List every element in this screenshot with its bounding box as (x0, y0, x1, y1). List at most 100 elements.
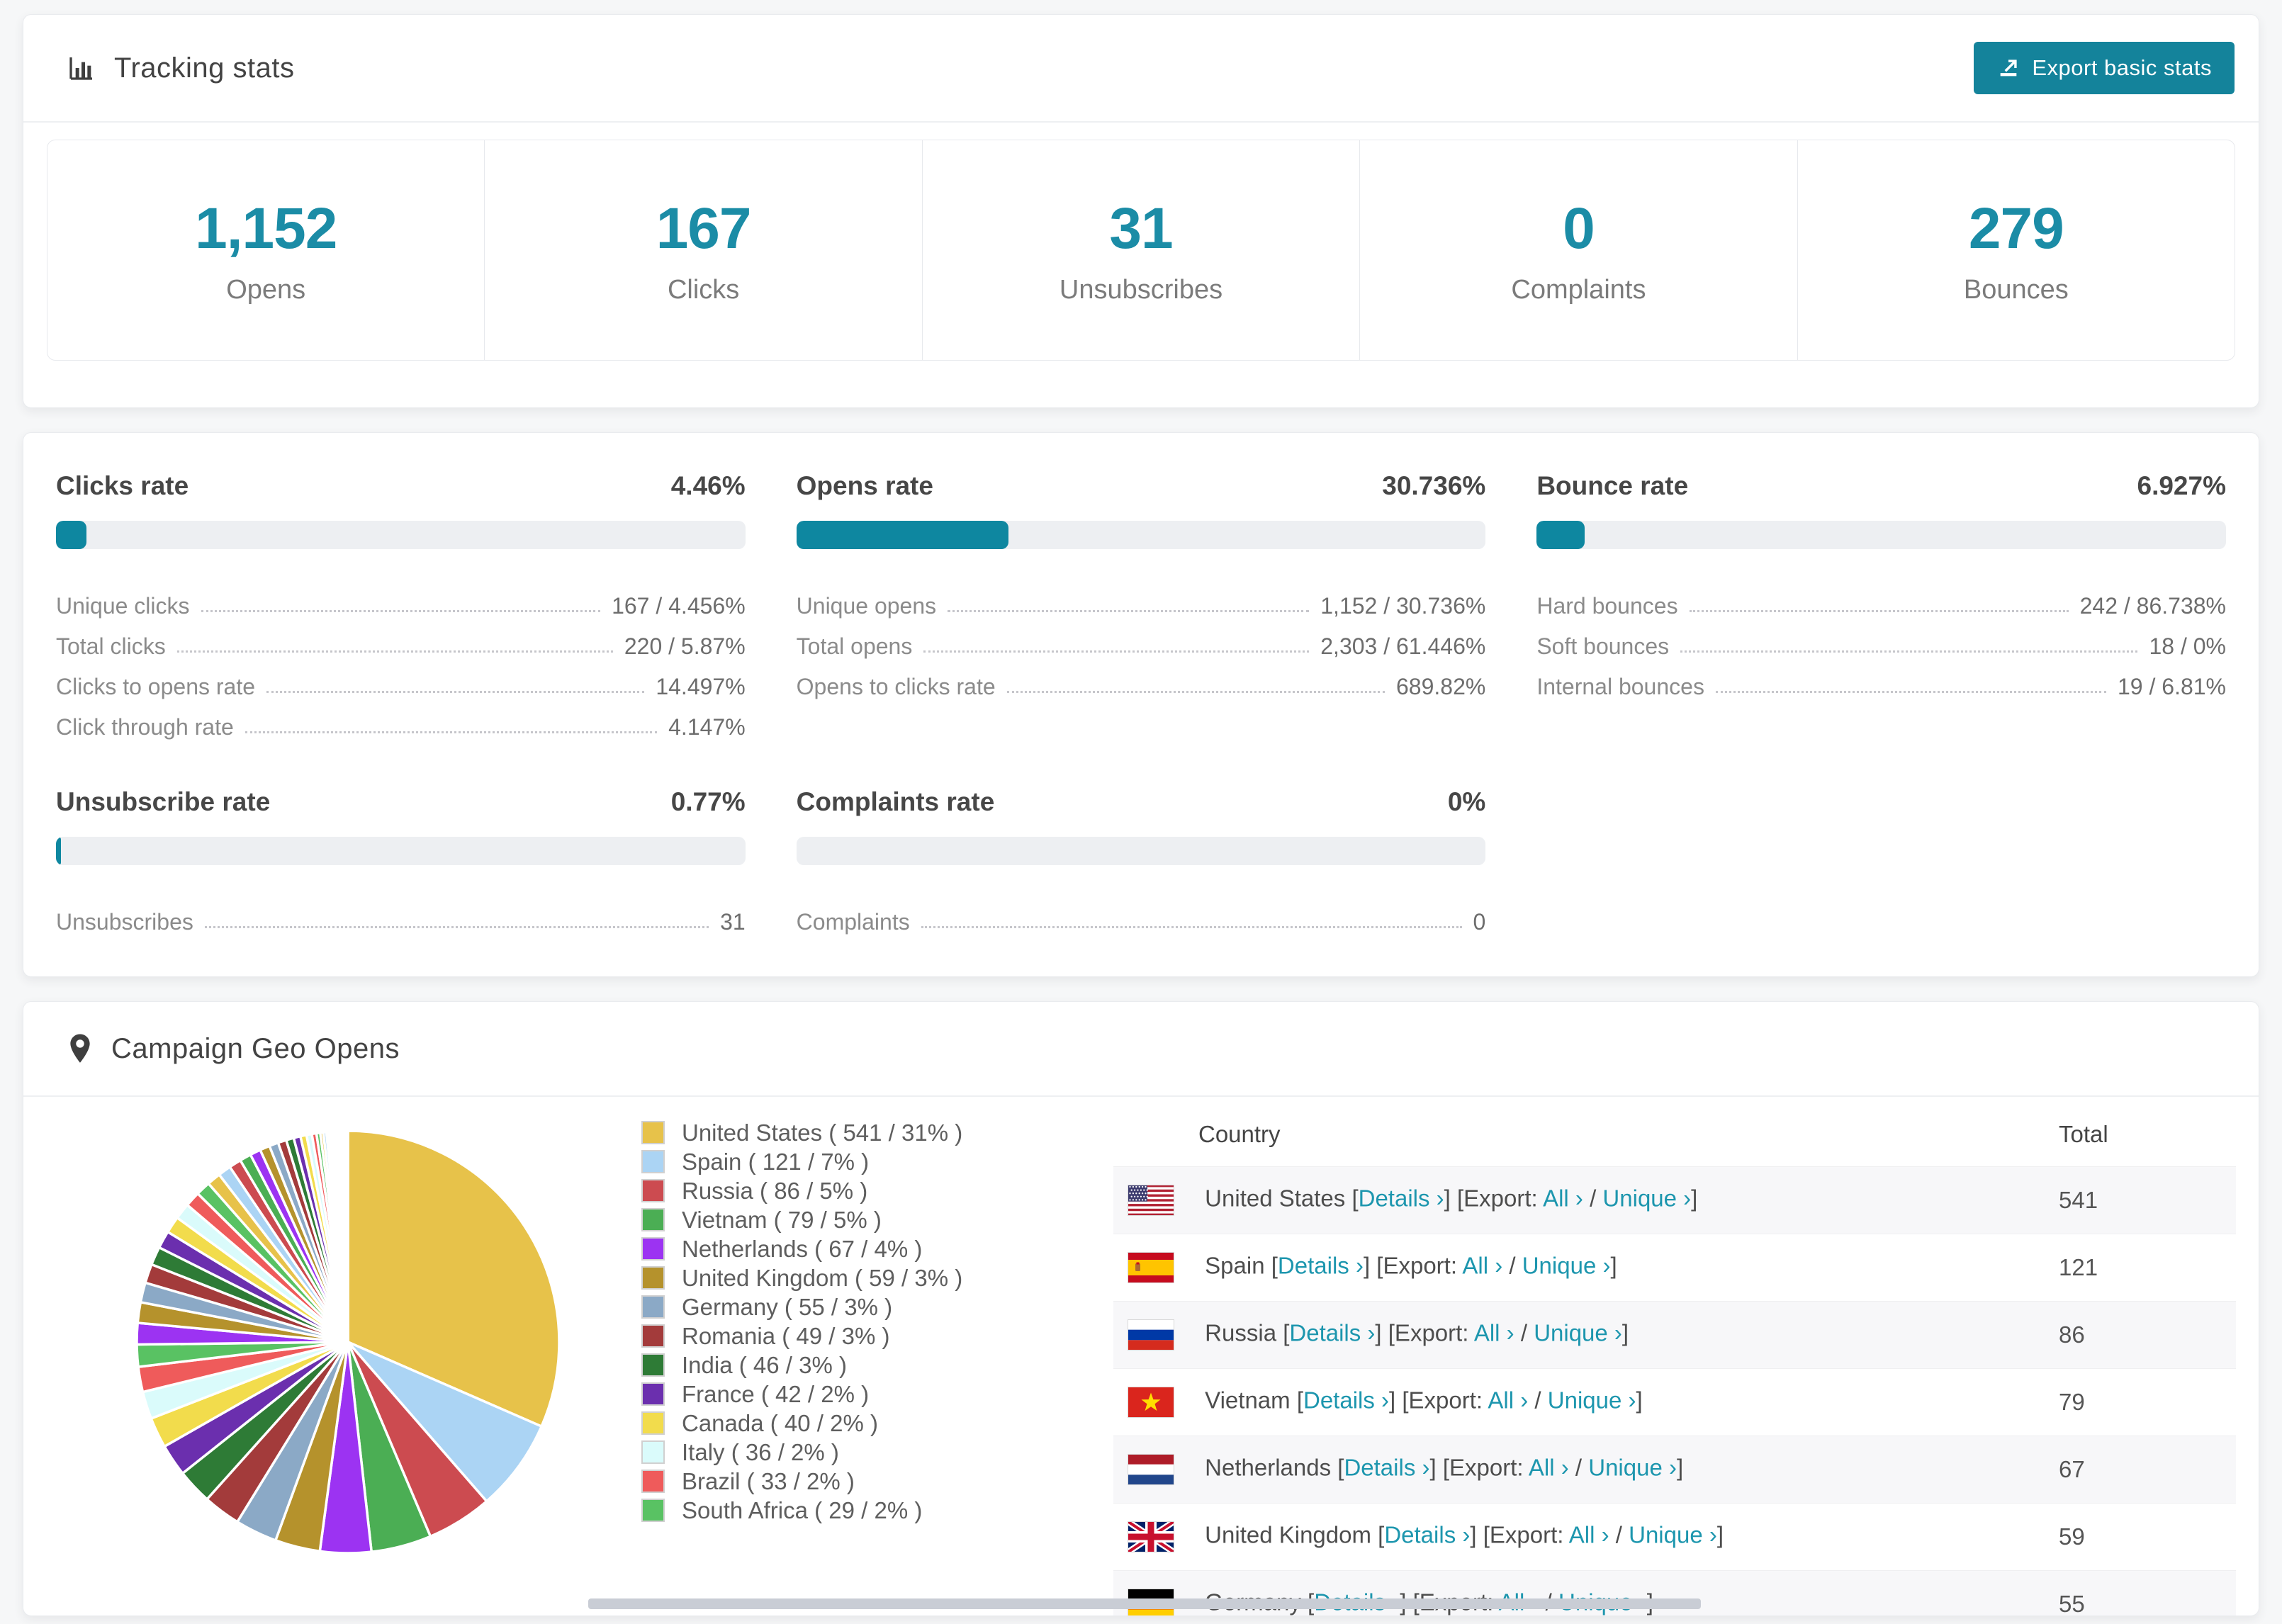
legend-swatch-icon (641, 1353, 665, 1377)
legend-swatch-icon (641, 1266, 665, 1290)
export-all-link[interactable]: All › (1543, 1185, 1583, 1212)
legend-swatch-icon (641, 1411, 665, 1435)
export-all-link[interactable]: All › (1462, 1253, 1502, 1279)
details-link[interactable]: Details › (1289, 1320, 1375, 1346)
horizontal-scrollbar-thumb[interactable] (588, 1598, 1701, 1609)
bar-chart-icon (67, 54, 96, 82)
pie-slice (346, 1129, 349, 1343)
rate-stat-row: Clicks to opens rate 14.497% (56, 660, 746, 700)
flag-nl-icon (1128, 1454, 1174, 1485)
rate-progress-track (796, 837, 1486, 865)
export-all-link[interactable]: All › (1488, 1387, 1528, 1414)
export-unique-link[interactable]: Unique › (1522, 1253, 1611, 1279)
details-link[interactable]: Details › (1344, 1455, 1429, 1481)
rate-block-unsubscribe-rate: Unsubscribe rate 0.77% Unsubscribes 31 (56, 787, 746, 935)
country-name: United States (1205, 1185, 1352, 1212)
slash: / (1514, 1319, 1534, 1346)
legend-item-spain[interactable]: Spain ( 121 / 7% ) (641, 1147, 1072, 1176)
legend-label: Netherlands ( 67 / 4% ) (682, 1235, 923, 1262)
column-header-total: Total (2059, 1121, 2108, 1147)
legend-item-russia[interactable]: Russia ( 86 / 5% ) (641, 1176, 1072, 1205)
legend-item-india[interactable]: India ( 46 / 3% ) (641, 1350, 1072, 1380)
dotted-leader (1715, 691, 2106, 693)
legend-label: Brazil ( 33 / 2% ) (682, 1467, 855, 1494)
geo-table-row-germany: Germany [Details ›] [Export: All › / Uni… (1113, 1570, 2236, 1615)
legend-item-united-states[interactable]: United States ( 541 / 31% ) (641, 1118, 1072, 1147)
geo-header: Campaign Geo Opens (23, 1002, 2259, 1097)
rate-progress-fill (56, 837, 62, 865)
export-basic-stats-button[interactable]: Export basic stats (1974, 42, 2235, 94)
legend-item-brazil[interactable]: Brazil ( 33 / 2% ) (641, 1467, 1072, 1496)
legend-item-south-africa[interactable]: South Africa ( 29 / 2% ) (641, 1496, 1072, 1525)
rate-stat-value: 4.147% (668, 714, 746, 740)
rate-value: 4.46% (670, 471, 746, 500)
rate-stat-value: 167 / 4.456% (612, 593, 746, 619)
geo-legend: United States ( 541 / 31% ) Spain ( 121 … (641, 1118, 1072, 1525)
bracket: ] (1716, 1521, 1724, 1548)
legend-item-france[interactable]: France ( 42 / 2% ) (641, 1380, 1072, 1409)
stat-value: 167 (656, 196, 752, 261)
stat-label: Bounces (1963, 274, 2069, 305)
rate-stat-value: 14.497% (656, 674, 746, 699)
details-link[interactable]: Details › (1384, 1522, 1470, 1548)
rate-stat-label: Unique clicks (56, 593, 190, 619)
details-link[interactable]: Details › (1278, 1253, 1364, 1279)
legend-swatch-icon (641, 1324, 665, 1348)
stat-value: 1,152 (195, 196, 337, 261)
bracket: [ (1283, 1319, 1290, 1346)
rates-grid: Clicks rate 4.46% Unique clicks 167 / 4.… (45, 471, 2237, 935)
stat-box-clicks: 167 Clicks (485, 140, 923, 360)
bracket: ] [Export: (1389, 1387, 1488, 1414)
legend-item-netherlands[interactable]: Netherlands ( 67 / 4% ) (641, 1234, 1072, 1263)
bracket: ] [Export: (1444, 1185, 1544, 1212)
rate-stat-row: Internal bounces 19 / 6.81% (1536, 660, 2226, 700)
legend-item-canada[interactable]: Canada ( 40 / 2% ) (641, 1409, 1072, 1438)
country-name: United Kingdom (1205, 1521, 1378, 1548)
export-unique-link[interactable]: Unique › (1534, 1320, 1622, 1346)
legend-label: Italy ( 36 / 2% ) (682, 1438, 839, 1465)
rate-progress-track (56, 837, 746, 865)
legend-swatch-icon (641, 1470, 665, 1493)
legend-item-united-kingdom[interactable]: United Kingdom ( 59 / 3% ) (641, 1263, 1072, 1292)
country-total: 541 (2059, 1187, 2098, 1213)
stat-box-unsubscribes: 31 Unsubscribes (923, 140, 1361, 360)
dotted-leader (1689, 610, 2069, 612)
geo-table-row-united-kingdom: United Kingdom [Details ›] [Export: All … (1113, 1503, 2236, 1571)
rate-stat-value: 689.82% (1396, 674, 1486, 699)
export-unique-link[interactable]: Unique › (1588, 1455, 1677, 1481)
export-unique-link[interactable]: Unique › (1629, 1522, 1717, 1548)
export-all-link[interactable]: All › (1569, 1522, 1609, 1548)
bracket: ] [Export: (1363, 1252, 1463, 1279)
rate-stat-row: Opens to clicks rate 689.82% (797, 660, 1486, 700)
stat-label: Unsubscribes (1059, 274, 1223, 305)
details-link[interactable]: Details › (1359, 1185, 1444, 1212)
stat-value: 0 (1563, 196, 1595, 261)
legend-item-romania[interactable]: Romania ( 49 / 3% ) (641, 1321, 1072, 1350)
legend-item-germany[interactable]: Germany ( 55 / 3% ) (641, 1292, 1072, 1321)
export-unique-link[interactable]: Unique › (1548, 1387, 1636, 1414)
rate-title: Bounce rate (1536, 471, 1689, 500)
legend-label: Russia ( 86 / 5% ) (682, 1177, 868, 1204)
export-all-link[interactable]: All › (1529, 1455, 1569, 1481)
dotted-leader (204, 926, 709, 928)
export-all-link[interactable]: All › (1474, 1320, 1514, 1346)
export-unique-link[interactable]: Unique › (1602, 1185, 1691, 1212)
legend-swatch-icon (641, 1440, 665, 1464)
legend-item-italy[interactable]: Italy ( 36 / 2% ) (641, 1438, 1072, 1467)
rate-stat-row: Click through rate 4.147% (56, 700, 746, 740)
rate-stat-row: Soft bounces 18 / 0% (1536, 619, 2226, 660)
rate-block-complaints-rate: Complaints rate 0% Complaints 0 (796, 787, 1486, 935)
country-total: 79 (2059, 1389, 2085, 1415)
dotted-leader (921, 926, 1462, 928)
rate-stat-value: 31 (720, 909, 746, 935)
slash: / (1609, 1521, 1629, 1548)
export-icon (1996, 56, 2020, 80)
legend-item-vietnam[interactable]: Vietnam ( 79 / 5% ) (641, 1205, 1072, 1234)
geo-table-row-russia: Russia [Details ›] [Export: All › / Uniq… (1113, 1301, 2236, 1369)
rate-title: Unsubscribe rate (56, 787, 271, 816)
details-link[interactable]: Details › (1303, 1387, 1389, 1414)
legend-swatch-icon (641, 1237, 665, 1261)
rate-block-opens-rate: Opens rate 30.736% Unique opens 1,152 / … (796, 471, 1486, 740)
rate-title: Opens rate (796, 471, 933, 500)
bracket: [ (1296, 1387, 1303, 1414)
